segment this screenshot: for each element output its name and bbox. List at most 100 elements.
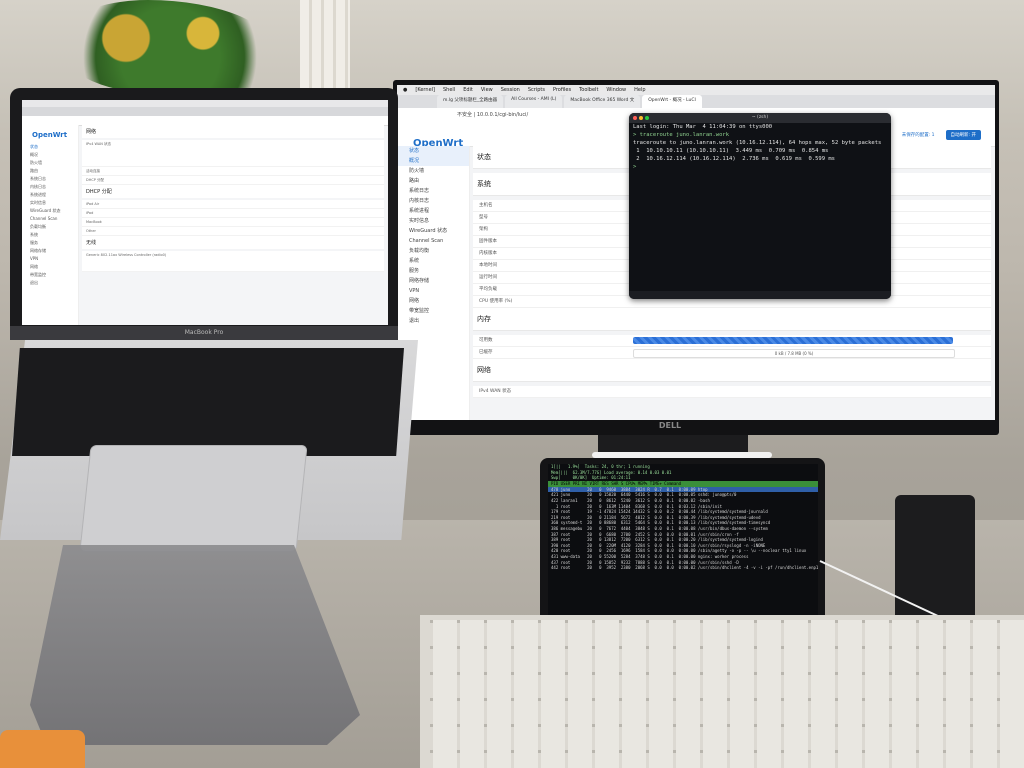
menu-item[interactable]: Toolbelt [579,87,598,93]
openwrt-logo[interactable]: OpenWrt [22,125,78,143]
menu-item[interactable]: Profiles [553,87,571,93]
laptop-openwrt-sidebar: OpenWrt 状态 概况 防火墙 路由 系统日志 内核日志 系统进程 实时信息… [22,125,79,325]
macos-menubar: ● [Kernel] Shell Edit View Session Scrip… [397,85,995,95]
sidebar-item-load-balance[interactable]: 负载均衡 [22,223,78,231]
sidebar-item-channel-scan[interactable]: Channel Scan [397,236,469,246]
cache-usage-value: 0 kB / 7.8 MB (0 %) [774,351,814,356]
sidebar-item-services[interactable]: 服务 [22,239,78,247]
sidebar-item-vpn[interactable]: VPN [22,255,78,263]
section-wireless: 无线 [82,236,384,249]
sidebar-item-syslog[interactable]: 系统日志 [22,175,78,183]
sidebar-item-kernel-log[interactable]: 内核日志 [22,183,78,191]
sidebar-item-processes[interactable]: 系统进程 [397,206,469,216]
sidebar-item-syslog[interactable]: 系统日志 [397,186,469,196]
row-label: 可用数 [479,338,493,343]
unsaved-changes-button[interactable]: 未保存的配置: 1 [896,130,940,140]
laptop-openwrt-main: 网络 IPv4 WAN 状态 活动连接 DHCP 分配 DHCP 分配 iPad… [82,125,384,325]
apple-icon[interactable]: ● [403,87,407,93]
menu-item[interactable]: Help [634,87,645,93]
close-icon[interactable] [633,116,637,120]
terminal-line: Last login: Thu Mar 4 11:04:39 on ttys00… [633,124,773,130]
row-label: CPU 使用率 (%) [479,299,513,304]
sidebar-item-bandwidth[interactable]: 带宽监控 [397,306,469,316]
sidebar-item-services[interactable]: 服务 [397,266,469,276]
sidebar-item-realtime[interactable]: 实时信息 [22,199,78,207]
laptop-trackpad [79,445,308,552]
dhcp-row: Other [82,227,384,236]
menu-item[interactable]: View [481,87,493,93]
monitor-screen: ● [Kernel] Shell Edit View Session Scrip… [397,85,995,420]
sidebar-item-processes[interactable]: 系统进程 [22,191,78,199]
menu-item[interactable]: Edit [463,87,473,93]
sidebar-item-routes[interactable]: 路由 [22,167,78,175]
terminal-prompt[interactable]: > [629,163,891,171]
sidebar-item-network[interactable]: 网络 [22,263,78,271]
laptop-menubar [22,100,388,107]
memory-row: 可用数 [473,335,991,347]
browser-tab[interactable]: All Courses - AMI (L) [505,95,563,108]
sidebar-item-wireguard[interactable]: WireGuard 状态 [22,207,78,215]
sidebar-item-vpn[interactable]: VPN [397,286,469,296]
browser-tab[interactable]: MacBook Office 365 Word 文 [564,95,641,108]
sidebar-item-logout[interactable]: 退出 [22,279,78,287]
browser-tab-active[interactable]: OpenWrt - 概况 - LuCI [642,95,702,108]
sidebar-item-firewall[interactable]: 防火墙 [397,166,469,176]
sidebar-item-load-balance[interactable]: 负载均衡 [397,246,469,256]
keyboard-keys [430,620,1024,768]
sidebar-item-overview[interactable]: 概况 [22,151,78,159]
sidebar-item-status[interactable]: 状态 [397,146,469,156]
sidebar-item-channel-scan[interactable]: Channel Scan [22,215,78,223]
wireless-row: Generic 802.11ax Wireless Controller (ra… [82,251,384,272]
dhcp-row: iPad [82,209,384,218]
sidebar-item-firewall[interactable]: 防火墙 [22,159,78,167]
sidebar-item-overview[interactable]: 概况 [397,156,469,166]
browser-tabbar: m.lg 父项标题栏_全路由器 All Courses - AMI (L) Ma… [397,95,995,108]
memory-row: 已缓存 0 kB / 7.8 MB (0 %) [473,347,991,359]
sidebar-item-system[interactable]: 系统 [397,256,469,266]
terminal-title: ~ (zsh) [751,115,769,120]
terminal-line: 2 10.16.12.114 (10.16.12.114) 2.736 ms 0… [633,156,835,162]
sidebar-item-routes[interactable]: 路由 [397,176,469,186]
dhcp-row: MacBook [82,218,384,227]
url-text[interactable]: 不安全 | 10.0.0.1/cgi-bin/luci/ [457,111,528,118]
section-dhcp: DHCP 分配 [82,185,384,198]
terminal-window[interactable]: ~ (zsh) Last login: Thu Mar 4 11:04:39 o… [629,113,891,299]
maximize-icon[interactable] [645,116,649,120]
desk-photo: ● [Kernel] Shell Edit View Session Scrip… [0,0,1024,768]
cache-usage-bar: 0 kB / 7.8 MB (0 %) [633,349,955,358]
sidebar-item-kernel-log[interactable]: 内核日志 [397,196,469,206]
sidebar-item-system[interactable]: 系统 [22,231,78,239]
terminal-titlebar[interactable]: ~ (zsh) [629,113,891,123]
auto-refresh-button[interactable]: 自动刷新: 开 [945,130,981,140]
row-label: 架构 [479,227,488,232]
minimize-icon[interactable] [639,116,643,120]
menu-item[interactable]: Scripts [528,87,545,93]
laptop-screen: OpenWrt 状态 概况 防火墙 路由 系统日志 内核日志 系统进程 实时信息… [22,100,388,325]
info-row: IPv4 WAN 状态 [473,386,991,398]
sidebar-item-bandwidth[interactable]: 带宽监控 [22,271,78,279]
menu-item[interactable]: Shell [443,87,455,93]
browser-tab[interactable]: m.lg 父项标题栏_全路由器 [437,95,504,108]
terminal-statusbar [629,291,891,299]
sidebar-item-realtime[interactable]: 实时信息 [397,216,469,226]
sidebar-item-network[interactable]: 网络 [397,296,469,306]
row-label: 型号 [479,215,488,220]
sidebar-item-nas[interactable]: 网络存储 [22,247,78,255]
menu-item[interactable]: Session [501,87,520,93]
mouse-pad [0,730,85,768]
row-label: 平均负载 [479,287,497,292]
sidebar-item-nas[interactable]: 网络存储 [397,276,469,286]
sidebar-item-status[interactable]: 状态 [22,143,78,151]
info-row: 活动连接 [82,167,384,176]
sidebar-item-wireguard[interactable]: WireGuard 状态 [397,226,469,236]
menu-item[interactable]: [Kernel] [415,87,435,93]
row-label: 主机名 [479,203,493,208]
row-label: IPv4 WAN 状态 [479,389,512,394]
terminal-line: 1 10.10.10.11 (10.10.10.11) 3.449 ms 0.7… [633,148,829,154]
menu-item[interactable]: Window [606,87,626,93]
row-label: 本地时间 [479,263,497,268]
dhcp-row: iPad Air [82,200,384,209]
sidebar-item-logout[interactable]: 退出 [397,316,469,326]
memory-usage-bar [633,337,953,344]
laptop-keyboard [12,348,404,456]
